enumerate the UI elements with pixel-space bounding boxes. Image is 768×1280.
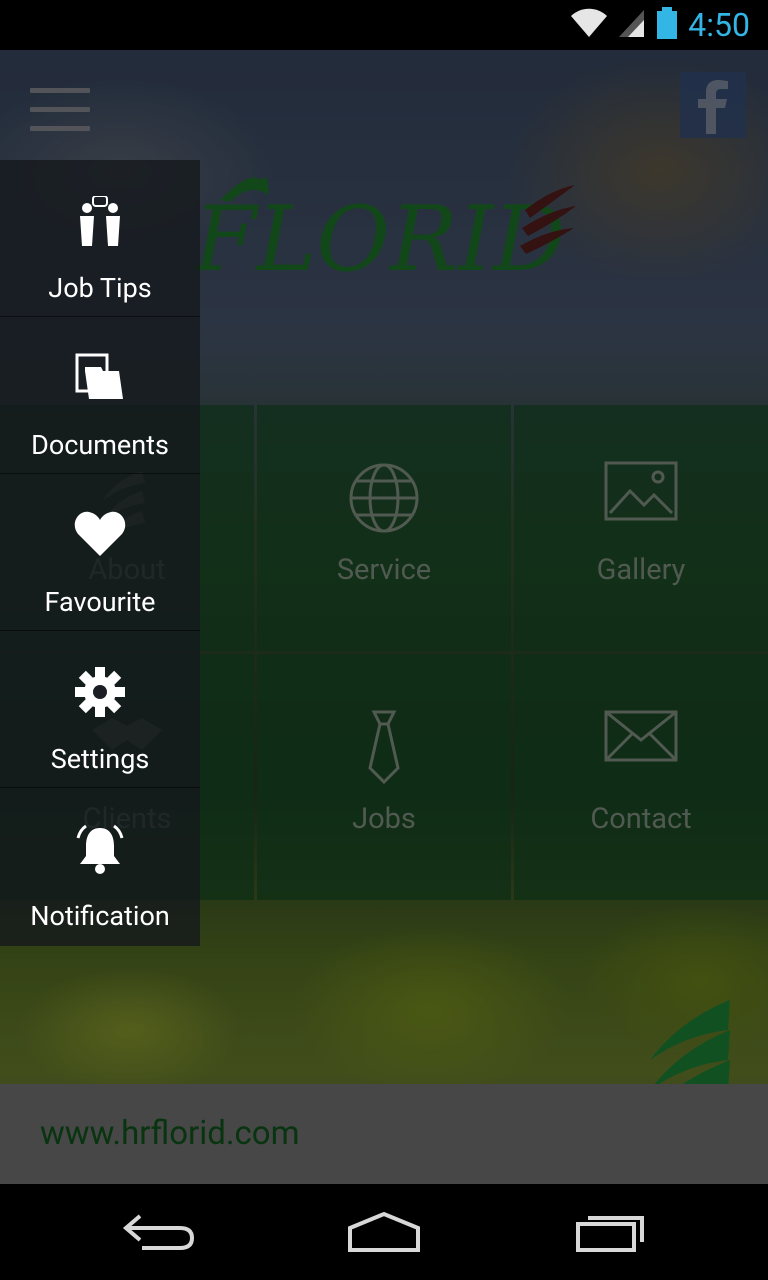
battery-icon xyxy=(656,7,678,43)
drawer-item-documents[interactable]: Documents xyxy=(0,317,200,474)
wifi-icon xyxy=(570,8,608,42)
drawer-item-notification[interactable]: Notification xyxy=(0,788,200,944)
status-time: 4:50 xyxy=(688,6,750,44)
drawer-item-favourite[interactable]: Favourite xyxy=(0,474,200,631)
gear-icon xyxy=(0,667,200,723)
recents-icon[interactable] xyxy=(572,1206,652,1256)
drawer-item-settings[interactable]: Settings xyxy=(0,631,200,788)
signal-icon xyxy=(618,8,646,42)
status-bar: 4:50 xyxy=(0,0,768,50)
drawer-item-job-tips[interactable]: Job Tips xyxy=(0,160,200,317)
back-icon[interactable] xyxy=(120,1206,200,1256)
app-screen: FLORID About Service Gallery xyxy=(0,50,768,1184)
bell-icon xyxy=(0,824,200,880)
people-chat-icon xyxy=(0,196,200,252)
home-icon[interactable] xyxy=(344,1206,424,1256)
documents-icon xyxy=(0,353,200,409)
nav-drawer: Job Tips Documents Favourite Settings No… xyxy=(0,160,200,946)
heart-icon xyxy=(0,510,200,566)
system-nav-bar xyxy=(0,1184,768,1280)
